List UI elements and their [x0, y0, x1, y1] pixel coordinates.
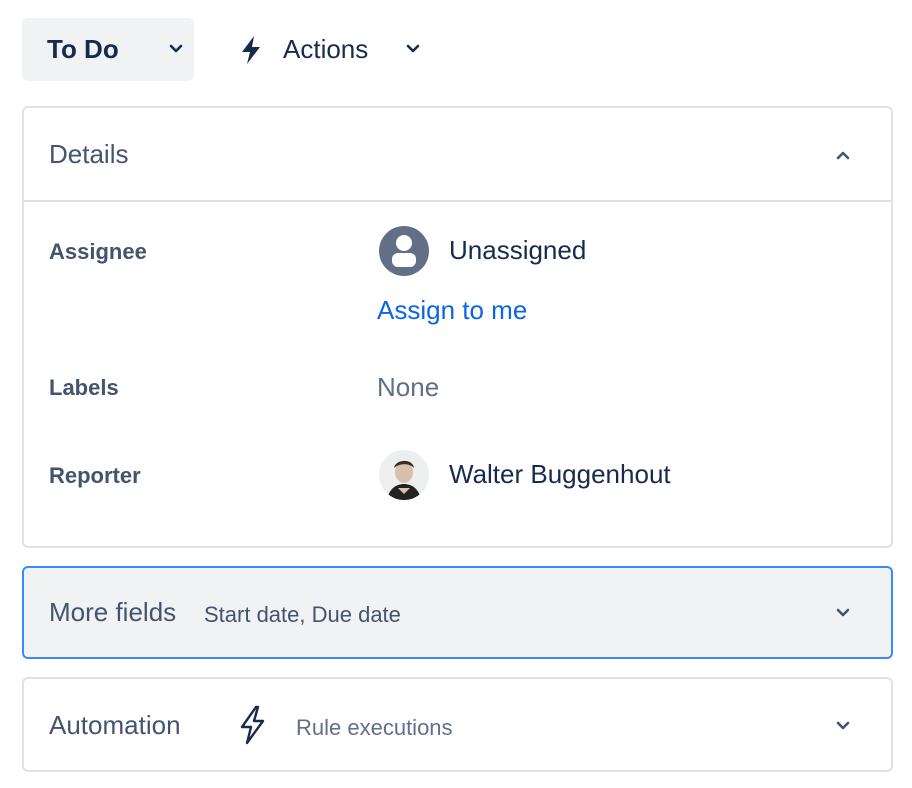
assignee-value[interactable]: Unassigned — [449, 235, 586, 266]
assign-to-me-link[interactable]: Assign to me — [377, 295, 527, 326]
reporter-avatar — [379, 450, 429, 500]
automation-panel[interactable]: Automation Rule executions — [22, 677, 893, 772]
labels-value[interactable]: None — [377, 372, 439, 403]
status-dropdown-button[interactable]: To Do — [22, 18, 194, 81]
actions-dropdown-button[interactable]: Actions — [228, 18, 436, 81]
automation-title: Automation — [49, 710, 181, 740]
more-fields-title: More fields — [49, 597, 177, 627]
assignee-label: Assignee — [49, 239, 147, 264]
status-label: To Do — [47, 34, 119, 64]
automation-subtitle: Rule executions — [296, 715, 453, 740]
unassigned-avatar-icon — [379, 226, 429, 276]
chevron-down-icon — [834, 717, 852, 740]
reporter-label: Reporter — [49, 463, 141, 488]
details-header[interactable]: Details — [24, 108, 891, 202]
actions-label: Actions — [283, 34, 369, 64]
details-title: Details — [49, 139, 129, 169]
reporter-value[interactable]: Walter Buggenhout — [449, 459, 671, 490]
chevron-down-icon — [167, 40, 185, 63]
chevron-up-icon — [834, 146, 852, 169]
labels-label: Labels — [49, 375, 119, 400]
more-fields-panel[interactable]: More fields Start date, Due date — [22, 566, 893, 659]
lightning-bolt-outline-icon — [237, 705, 267, 750]
details-panel: Details Assignee Unassigned Assign to me… — [22, 106, 893, 548]
chevron-down-icon — [404, 40, 422, 63]
more-fields-subtitle: Start date, Due date — [204, 602, 401, 627]
chevron-down-icon — [834, 604, 852, 627]
lightning-bolt-icon — [236, 34, 266, 71]
